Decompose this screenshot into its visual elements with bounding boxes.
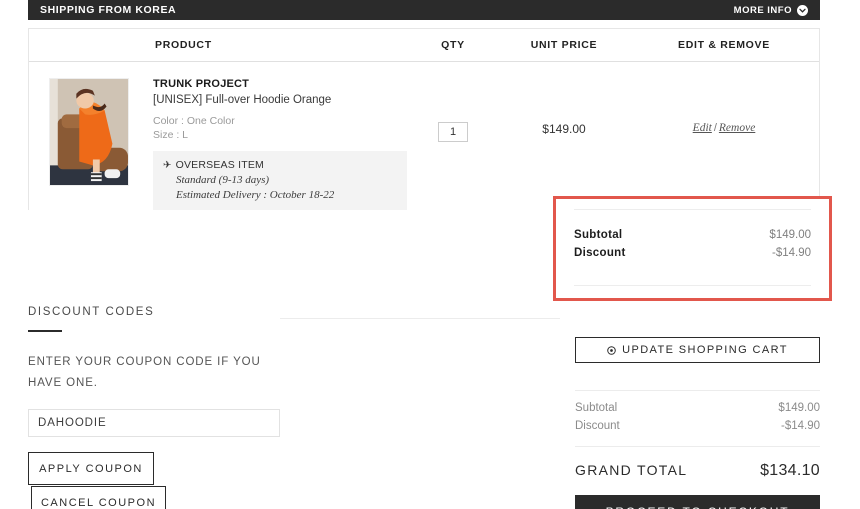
- highlight-subtotal-value: $149.00: [769, 229, 811, 241]
- product-thumbnail-wrapper[interactable]: [29, 74, 153, 210]
- header-product: PRODUCT: [155, 39, 212, 51]
- section-divider: [280, 318, 560, 319]
- remove-link[interactable]: Remove: [719, 122, 755, 134]
- cell-qty: [407, 74, 499, 210]
- highlight-subtotal-label: Subtotal: [574, 229, 623, 241]
- totals-subtotal-label: Subtotal: [575, 402, 618, 414]
- cell-edit-remove: Edit / Remove: [629, 74, 819, 210]
- overseas-title: OVERSEAS ITEM: [175, 159, 264, 171]
- product-size: Size : L: [153, 129, 189, 141]
- more-info-button[interactable]: MORE INFO: [733, 4, 808, 16]
- highlighted-summary-box: Subtotal $149.00 Discount -$14.90: [553, 196, 832, 301]
- product-brand[interactable]: TRUNK PROJECT: [153, 78, 407, 90]
- discount-codes-section: DISCOUNT CODES ENTER YOUR COUPON CODE IF…: [28, 306, 280, 509]
- highlight-discount-row: Discount -$14.90: [574, 241, 811, 259]
- quantity-input[interactable]: [438, 122, 468, 142]
- more-info-label: MORE INFO: [733, 4, 792, 16]
- grand-total-value: $134.10: [760, 462, 820, 479]
- coupon-code-input[interactable]: [28, 409, 280, 437]
- totals-discount-label: Discount: [575, 420, 620, 432]
- discount-codes-description: ENTER YOUR COUPON CODE IF YOU HAVE ONE.: [28, 356, 261, 389]
- header-edit-remove: EDIT & REMOVE: [678, 39, 770, 51]
- apply-coupon-button[interactable]: APPLY COUPON: [28, 452, 154, 485]
- proceed-to-checkout-button[interactable]: PROCEED TO CHECKOUT: [575, 495, 820, 509]
- overseas-item-badge: ✈ OVERSEAS ITEM Standard (9-13 days) Esti…: [153, 151, 407, 210]
- title-underline: [28, 330, 62, 332]
- highlight-discount-value: -$14.90: [771, 247, 811, 259]
- product-color: Color : One Color: [153, 115, 235, 127]
- cart-table: PRODUCT QTY UNIT PRICE EDIT & REMOVE TRU…: [28, 28, 820, 210]
- highlight-subtotal-row: Subtotal $149.00: [574, 199, 811, 241]
- totals-subtotal-value: $149.00: [778, 402, 820, 414]
- header-qty: QTY: [441, 39, 465, 51]
- header-unit-price: UNIT PRICE: [530, 39, 598, 51]
- totals-discount-row: Discount -$14.90: [575, 414, 820, 432]
- cart-table-header: PRODUCT QTY UNIT PRICE EDIT & REMOVE: [29, 29, 819, 62]
- airplane-icon: ✈: [163, 160, 172, 171]
- order-totals-section: UPDATE SHOPPING CART Subtotal $149.00 Di…: [575, 337, 820, 509]
- totals-discount-value: -$14.90: [780, 420, 820, 432]
- cell-product: TRUNK PROJECT [UNISEX] Full-over Hoodie …: [29, 74, 407, 210]
- grand-total-label: GRAND TOTAL: [575, 462, 688, 478]
- overseas-title-row: ✈ OVERSEAS ITEM: [163, 159, 397, 171]
- update-shopping-cart-button[interactable]: UPDATE SHOPPING CART: [575, 337, 820, 363]
- refresh-circle-icon: [607, 345, 616, 355]
- shipping-banner-text: SHIPPING FROM KOREA: [40, 4, 177, 16]
- summary-divider-top: [574, 209, 811, 210]
- cell-unit-price: $149.00: [542, 122, 586, 136]
- cancel-coupon-button[interactable]: CANCEL COUPON: [31, 486, 166, 509]
- estimated-delivery: Estimated Delivery : October 18-22: [176, 189, 335, 201]
- highlight-discount-label: Discount: [574, 247, 626, 259]
- totals-subtotal-row: Subtotal $149.00: [575, 391, 820, 414]
- grand-total-row: GRAND TOTAL $134.10: [575, 447, 820, 480]
- product-name[interactable]: [UNISEX] Full-over Hoodie Orange: [153, 94, 407, 106]
- table-row: TRUNK PROJECT [UNISEX] Full-over Hoodie …: [29, 62, 819, 210]
- shipping-speed: Standard (9-13 days): [176, 174, 270, 186]
- product-info: TRUNK PROJECT [UNISEX] Full-over Hoodie …: [153, 74, 407, 210]
- link-separator: /: [713, 122, 717, 134]
- summary-divider-bottom: [574, 285, 811, 286]
- discount-codes-title: DISCOUNT CODES: [28, 306, 155, 318]
- update-cart-label: UPDATE SHOPPING CART: [622, 344, 788, 356]
- product-image[interactable]: [49, 78, 129, 186]
- edit-link[interactable]: Edit: [693, 122, 712, 134]
- shipping-banner: SHIPPING FROM KOREA MORE INFO: [28, 0, 820, 20]
- chevron-down-circle-icon: [797, 4, 808, 16]
- shopping-cart-page: SHIPPING FROM KOREA MORE INFO PRODUCT QT…: [0, 0, 860, 509]
